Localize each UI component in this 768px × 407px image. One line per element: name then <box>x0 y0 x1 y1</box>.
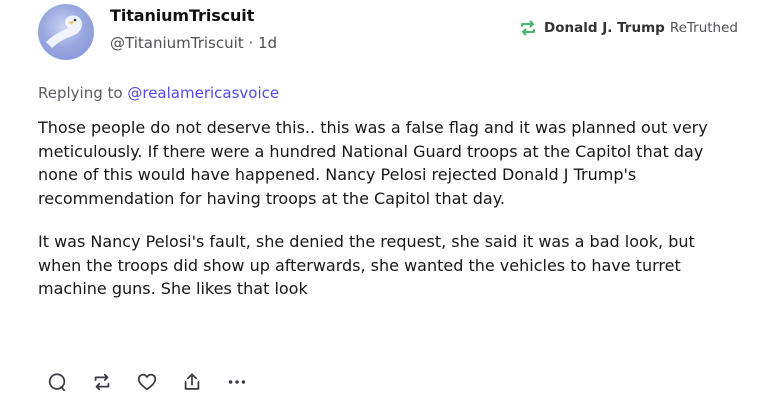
reply-icon <box>48 373 66 392</box>
post-content: Those people do not deserve this.. this … <box>38 116 738 301</box>
post-actions <box>45 370 270 394</box>
retruth-icon <box>94 373 110 391</box>
truth-post: TitaniumTriscuit @TitaniumTriscuit · 1d … <box>0 0 768 407</box>
reply-button[interactable] <box>45 370 69 394</box>
reply-mention-link[interactable]: @realamericasvoice <box>127 84 279 102</box>
heart-icon <box>137 373 157 391</box>
retruth-author-name[interactable]: Donald J. Trump <box>544 20 665 36</box>
more-icon <box>228 380 246 384</box>
eagle-icon <box>46 15 82 49</box>
user-avatar[interactable] <box>38 4 94 60</box>
retruth-banner: Donald J. Trump ReTruthed <box>518 20 738 36</box>
meta-separator: · <box>248 34 254 52</box>
retruth-icon <box>521 20 535 36</box>
author-display-name[interactable]: TitaniumTriscuit <box>110 6 277 25</box>
reply-prefix: Replying to <box>38 84 123 102</box>
author-handle-line: @TitaniumTriscuit · 1d <box>110 34 277 52</box>
reply-context: Replying to @realamericasvoice <box>38 84 279 102</box>
author-block: TitaniumTriscuit @TitaniumTriscuit · 1d <box>110 6 277 52</box>
like-button[interactable] <box>135 370 159 394</box>
retruth-button[interactable] <box>90 370 114 394</box>
share-icon <box>184 373 200 390</box>
author-handle[interactable]: @TitaniumTriscuit <box>110 34 244 52</box>
retruth-label: ReTruthed <box>669 20 738 36</box>
post-time[interactable]: 1d <box>258 34 277 52</box>
more-button[interactable] <box>225 370 249 394</box>
post-paragraph: Those people do not deserve this.. this … <box>38 118 708 208</box>
share-button[interactable] <box>180 370 204 394</box>
post-paragraph: It was Nancy Pelosi's fault, she denied … <box>38 232 695 298</box>
